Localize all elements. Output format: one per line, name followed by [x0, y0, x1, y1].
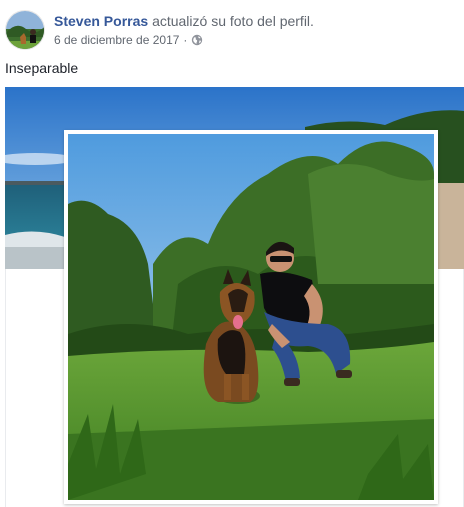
author-name-link[interactable]: Steven Porras — [54, 13, 148, 29]
post-caption: Inseparable — [5, 60, 79, 76]
feed-post: Steven Porras actualizó su foto del perf… — [0, 0, 464, 507]
profile-photo-frame[interactable] — [64, 130, 438, 504]
profile-photo — [68, 134, 434, 500]
post-action-text: actualizó su foto del perfil. — [152, 13, 314, 29]
post-meta: 6 de diciembre de 2017 · — [54, 32, 203, 48]
globe-icon[interactable] — [191, 34, 203, 46]
post-header: Steven Porras actualizó su foto del perf… — [54, 12, 314, 30]
author-avatar[interactable] — [5, 10, 45, 50]
avatar-image — [6, 11, 44, 49]
post-date-link[interactable]: 6 de diciembre de 2017 — [54, 32, 179, 48]
meta-separator: · — [183, 33, 188, 47]
